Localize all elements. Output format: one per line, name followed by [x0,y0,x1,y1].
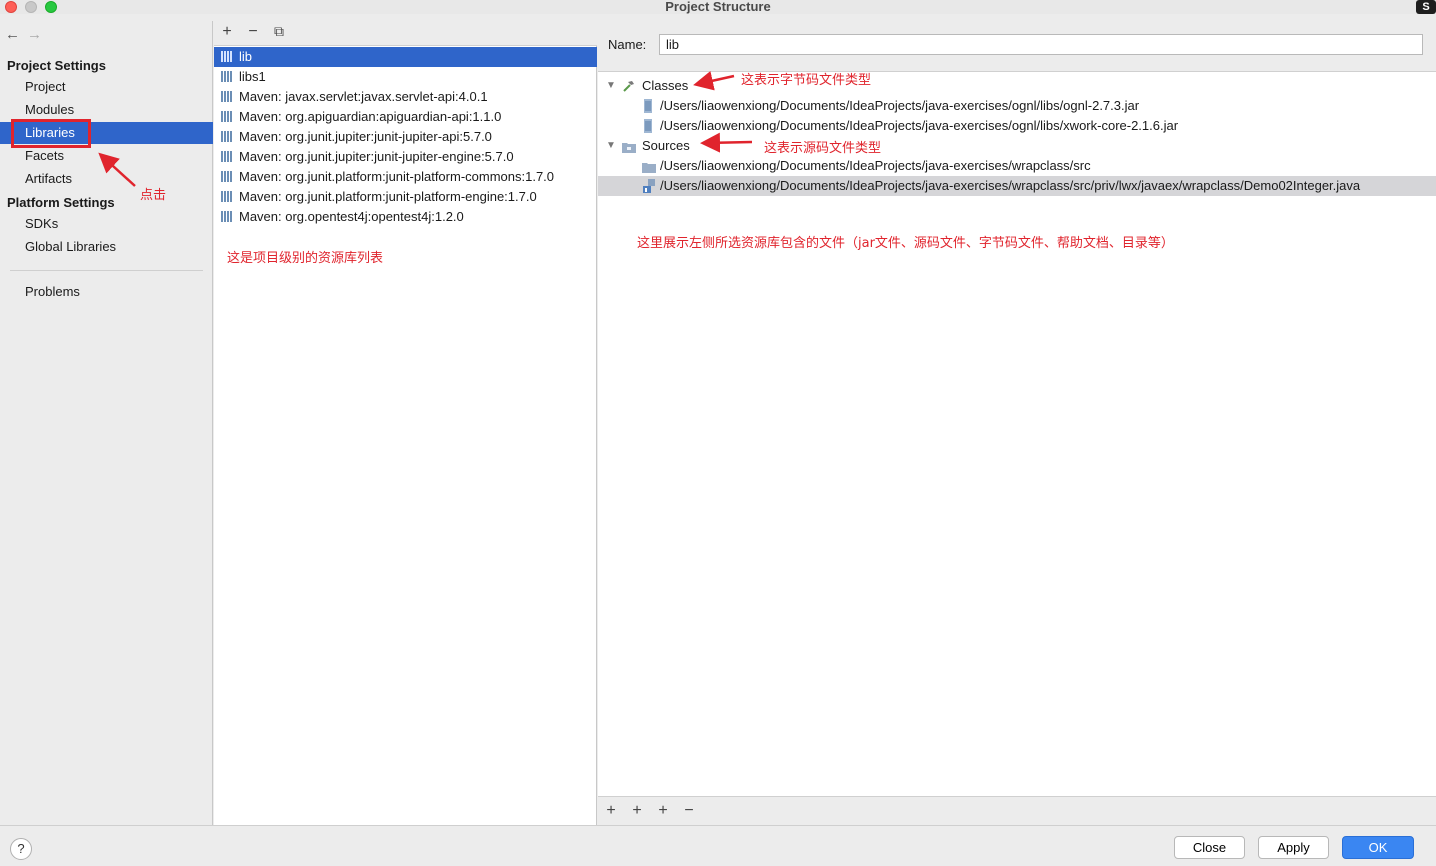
app-badge-icon: S [1416,0,1436,14]
library-name-input[interactable] [659,34,1423,55]
tree-node-class-jar[interactable]: /Users/liaowenxiong/Documents/IdeaProjec… [598,116,1436,136]
tree-node-classes[interactable]: ▼ Classes [598,76,1436,96]
library-icon [221,91,234,102]
classes-label: Classes [642,78,689,93]
library-row[interactable]: Maven: org.opentest4j:opentest4j:1.2.0 [214,207,597,227]
add-url-root-button[interactable]: + [628,802,646,820]
library-row[interactable]: Maven: org.apiguardian:apiguardian-api:1… [214,107,597,127]
tree-node-sources[interactable]: ▼ Sources [598,136,1436,156]
library-row[interactable]: Maven: org.junit.jupiter:junit-jupiter-e… [214,147,597,167]
remove-root-button[interactable]: − [680,802,698,820]
library-roots-tree: ▼ Classes /Users/liaowenxiong/Documents/… [598,71,1436,797]
library-row[interactable]: lib [214,47,597,67]
annotation-click: 点击 [140,188,167,203]
sidebar-item-problems[interactable]: Problems [0,281,213,303]
expand-triangle-icon[interactable]: ▼ [606,136,616,156]
window-title: Project Structure [665,0,771,14]
platform-settings-header: Platform Settings [7,195,115,210]
apply-button[interactable]: Apply [1258,836,1329,859]
sidebar-item-facets[interactable]: Facets [0,145,213,167]
add-excluded-root-button[interactable]: + [654,802,672,820]
nav-arrows: ← → [5,26,49,43]
library-row[interactable]: Maven: org.junit.jupiter:junit-jupiter-a… [214,127,597,147]
add-root-button[interactable]: + [602,802,620,820]
dialog-footer: ? Close Apply OK [0,825,1436,866]
library-name: Maven: org.junit.platform:junit-platform… [239,169,555,184]
source-path-label: /Users/liaowenxiong/Documents/IdeaProjec… [660,178,1361,193]
library-icon [221,51,234,62]
library-name: libs1 [239,69,266,84]
libraries-toolbar: + − ⧉ [214,21,597,46]
close-button[interactable]: Close [1174,836,1245,859]
library-name: Maven: org.apiguardian:apiguardian-api:1… [239,109,502,124]
java-file-icon [642,179,656,199]
library-row[interactable]: Maven: javax.servlet:javax.servlet-api:4… [214,87,597,107]
ok-button[interactable]: OK [1342,836,1414,859]
expand-triangle-icon[interactable]: ▼ [606,76,616,96]
library-icon [221,191,234,202]
name-label: Name: [608,37,647,52]
tree-node-source-file[interactable]: /Users/liaowenxiong/Documents/IdeaProjec… [598,176,1436,196]
sidebar-item-global-libraries[interactable]: Global Libraries [0,236,213,258]
tree-node-class-jar[interactable]: /Users/liaowenxiong/Documents/IdeaProjec… [598,96,1436,116]
project-settings-header: Project Settings [7,58,106,73]
library-icon [221,131,234,142]
sidebar-item-artifacts[interactable]: Artifacts [0,168,213,190]
add-library-button[interactable]: + [218,23,236,41]
library-icon [221,211,234,222]
class-path-label: /Users/liaowenxiong/Documents/IdeaProjec… [660,98,1140,113]
remove-library-button[interactable]: − [244,23,262,41]
library-row[interactable]: Maven: org.junit.platform:junit-platform… [214,187,597,207]
annotation-sources-type: 这表示源码文件类型 [764,141,882,156]
settings-sidebar: ← → Project Settings Project Modules Libr… [0,21,213,825]
library-name: Maven: org.opentest4j:opentest4j:1.2.0 [239,209,464,224]
library-row[interactable]: Maven: org.junit.platform:junit-platform… [214,167,597,187]
class-path-label: /Users/liaowenxiong/Documents/IdeaProjec… [660,118,1179,133]
source-path-label: /Users/liaowenxiong/Documents/IdeaProjec… [660,158,1091,173]
sources-label: Sources [642,138,690,153]
library-name: Maven: org.junit.platform:junit-platform… [239,189,537,204]
library-detail-panel: Name: ▼ Classes /Users/liaowenxiong/Docu… [598,21,1436,825]
library-name: Maven: javax.servlet:javax.servlet-api:4… [239,89,488,104]
help-button[interactable]: ? [10,838,32,860]
copy-library-button[interactable]: ⧉ [270,23,288,40]
sidebar-item-project[interactable]: Project [0,76,213,98]
annotation-detail-explain: 这里展示左侧所选资源库包含的文件（jar文件、源码文件、字节码文件、帮助文档、目… [637,236,1174,251]
roots-toolbar: + + + − [598,798,1436,825]
sidebar-item-sdks[interactable]: SDKs [0,213,213,235]
library-name: lib [239,49,253,64]
annotation-library-list: 这是项目级别的资源库列表 [227,251,384,266]
tree-node-source-folder[interactable]: /Users/liaowenxiong/Documents/IdeaProjec… [598,156,1436,176]
annotation-highlight-box [11,119,91,148]
library-name: Maven: org.junit.jupiter:junit-jupiter-a… [239,129,492,144]
forward-arrow-icon[interactable]: → [27,26,49,43]
library-icon [221,111,234,122]
sidebar-item-modules[interactable]: Modules [0,99,213,121]
libraries-panel: + − ⧉ lib libs1 Maven: javax.servlet:jav… [214,21,597,825]
library-row[interactable]: libs1 [214,67,597,87]
back-arrow-icon[interactable]: ← [5,26,27,43]
library-icon [221,171,234,182]
library-icon [221,71,234,82]
library-name: Maven: org.junit.jupiter:junit-jupiter-e… [239,149,514,164]
annotation-classes-type: 这表示字节码文件类型 [741,73,872,88]
title-bar: Project Structure S [0,0,1436,14]
sidebar-divider [10,270,203,271]
library-icon [221,151,234,162]
